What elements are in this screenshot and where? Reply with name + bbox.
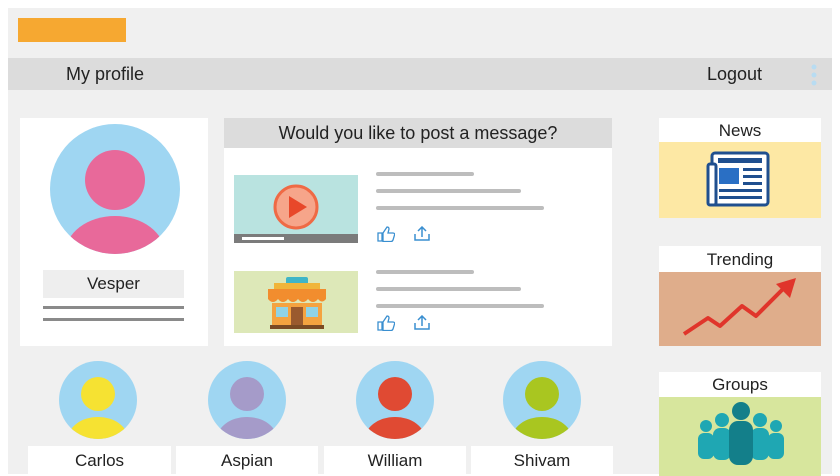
- like-icon[interactable]: [377, 226, 395, 242]
- group-people-icon: [698, 402, 784, 465]
- trending-widget-title[interactable]: Trending: [659, 246, 821, 272]
- my-profile-link[interactable]: My profile: [66, 58, 144, 90]
- profile-divider: [43, 318, 184, 321]
- post-text-line: [376, 270, 474, 274]
- share-icon[interactable]: [413, 226, 431, 242]
- share-icon[interactable]: [413, 315, 431, 331]
- logo[interactable]: [18, 18, 126, 42]
- friend-avatar[interactable]: [503, 361, 581, 439]
- friend-name[interactable]: William: [324, 446, 466, 476]
- post-text-line: [376, 172, 474, 176]
- friend-avatar[interactable]: [59, 361, 137, 439]
- menu-dots-icon[interactable]: [810, 64, 818, 86]
- profile-divider: [43, 306, 184, 309]
- friend-avatar[interactable]: [356, 361, 434, 439]
- video-thumbnail[interactable]: [234, 175, 358, 243]
- shop-icon: [268, 277, 326, 329]
- news-widget-title[interactable]: News: [659, 118, 821, 142]
- friend-name[interactable]: Shivam: [471, 446, 613, 476]
- post-text-line: [376, 206, 544, 210]
- post-text-line: [376, 304, 544, 308]
- like-icon[interactable]: [377, 315, 395, 331]
- shop-thumbnail[interactable]: [234, 271, 358, 333]
- trend-arrow-icon: [682, 278, 796, 336]
- friend-name[interactable]: Carlos: [28, 446, 171, 476]
- groups-widget-title[interactable]: Groups: [659, 372, 821, 397]
- newspaper-icon: [706, 151, 770, 207]
- post-text-line: [376, 287, 521, 291]
- profile-avatar[interactable]: [50, 124, 180, 254]
- logout-link[interactable]: Logout: [707, 58, 762, 90]
- post-message-prompt[interactable]: Would you like to post a message?: [224, 118, 612, 148]
- friend-avatar[interactable]: [208, 361, 286, 439]
- friend-name[interactable]: Aspian: [176, 446, 318, 476]
- profile-name: Vesper: [43, 270, 184, 298]
- post-text-line: [376, 189, 521, 193]
